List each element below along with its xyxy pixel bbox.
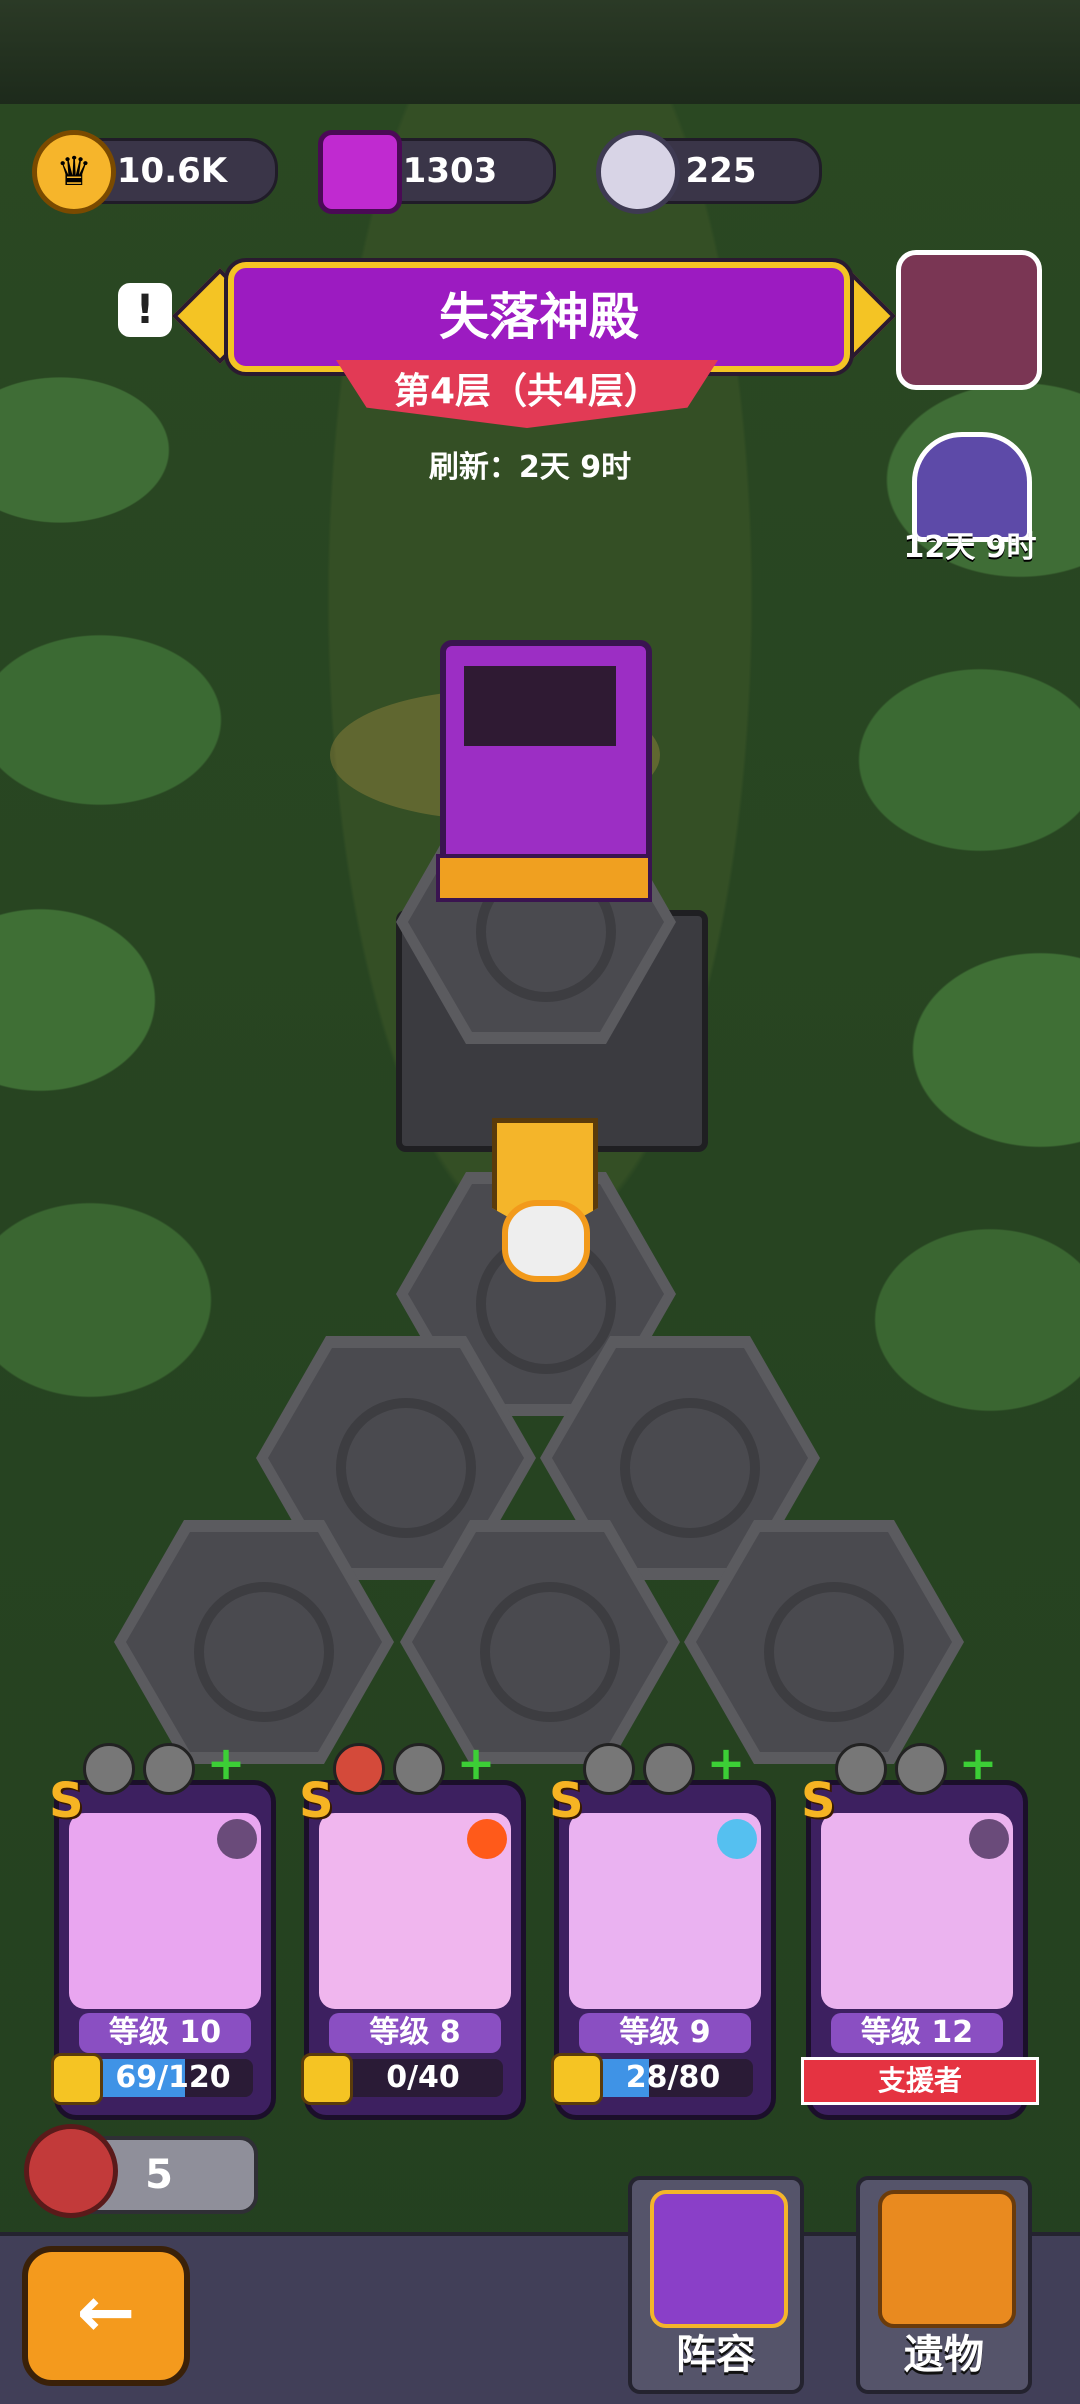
boss-chest[interactable] [436, 640, 652, 902]
add-equipment-icon[interactable]: + [453, 1740, 499, 1789]
top-bar [0, 0, 1080, 104]
meat-icon [24, 2124, 118, 2218]
shard-icon [51, 2053, 103, 2105]
equipment-slot-icon[interactable] [143, 1743, 195, 1795]
equipment-slot-icon[interactable] [583, 1743, 635, 1795]
rank-badge: S [801, 1773, 836, 1829]
equipment-slot-icon[interactable] [333, 1743, 385, 1795]
hero-card-2[interactable]: + S 等级 8 0/40 [299, 1740, 526, 2120]
add-equipment-icon[interactable]: + [203, 1740, 249, 1789]
shard-icon [551, 2053, 603, 2105]
equipment-slot-icon[interactable] [895, 1743, 947, 1795]
hero-level: 等级 8 [329, 2013, 501, 2053]
info-alert-icon[interactable]: ! [118, 283, 172, 337]
hero-card-1[interactable]: + S 等级 10 69/120 [49, 1740, 276, 2120]
rank-badge: S [299, 1773, 334, 1829]
crown-value: 10.6K [116, 151, 228, 191]
shard-progress: 69/120 [93, 2059, 253, 2097]
chest-icon [878, 2190, 1016, 2328]
equipment-slot-icon[interactable] [835, 1743, 887, 1795]
gem-value: 1303 [402, 151, 498, 191]
hero-card-4[interactable]: + S 等级 12 支援者 [801, 1740, 1039, 2120]
shard-progress: 0/40 [343, 2059, 503, 2097]
equipment-slot-icon[interactable] [643, 1743, 695, 1795]
gem-icon [318, 130, 402, 214]
treasure-gate-button[interactable] [896, 250, 1042, 390]
bat-icon [969, 1819, 1009, 1859]
relics-label: 遗物 [904, 2332, 984, 2378]
hero-card-3[interactable]: + S 等级 9 28/80 [549, 1740, 776, 2120]
cards-icon [650, 2190, 788, 2328]
meat-value: 5 [145, 2152, 173, 2198]
add-equipment-icon[interactable]: + [955, 1740, 1001, 1789]
hero-level: 等级 9 [579, 2013, 751, 2053]
equipment-slot-icon[interactable] [83, 1743, 135, 1795]
water-icon [717, 1819, 757, 1859]
hero-level: 等级 10 [79, 2013, 251, 2053]
stage-title: 失落神殿 [228, 262, 850, 372]
back-button[interactable]: ← [22, 2246, 190, 2386]
refresh-timer: 刷新：2天 9时 [428, 450, 632, 485]
lineup-button[interactable]: 阵容 [628, 2176, 804, 2394]
fire-icon [467, 1819, 507, 1859]
support-banner: 支援者 [801, 2057, 1039, 2105]
player-marker [502, 1200, 590, 1282]
shard-progress: 28/80 [593, 2059, 753, 2097]
relics-button[interactable]: 遗物 [856, 2176, 1032, 2394]
add-equipment-icon[interactable]: + [703, 1740, 749, 1789]
hero-level: 等级 12 [831, 2013, 1003, 2053]
rank-badge: S [49, 1773, 84, 1829]
rank-badge: S [549, 1773, 584, 1829]
bat-icon [217, 1819, 257, 1859]
shard-icon [301, 2053, 353, 2105]
equipment-slot-icon[interactable] [393, 1743, 445, 1795]
portal-timer: 12天 9时 [903, 530, 1037, 565]
crown-icon: ♛ [32, 130, 116, 214]
soul-value: 225 [685, 151, 757, 191]
soul-icon [596, 130, 680, 214]
lineup-label: 阵容 [676, 2332, 756, 2378]
